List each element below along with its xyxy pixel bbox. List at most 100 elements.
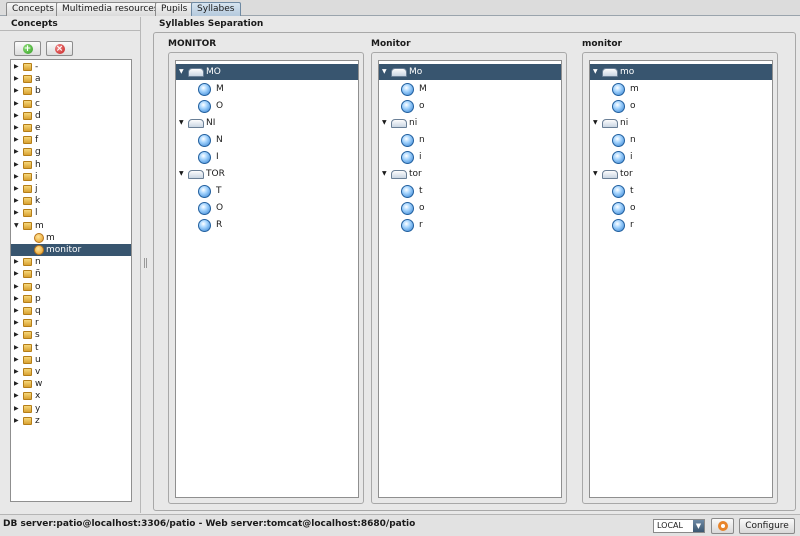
letter-node[interactable]: o (590, 200, 772, 217)
tree-node-c[interactable]: ▶ c (11, 98, 131, 110)
tree-node-r[interactable]: ▶ r (11, 317, 131, 329)
tree-node-e[interactable]: ▶ e (11, 122, 131, 134)
syllable-node[interactable]: ▼ ni (590, 115, 772, 131)
collapsed-arrow-icon[interactable]: ▶ (14, 390, 19, 402)
collapsed-arrow-icon[interactable]: ▶ (14, 73, 19, 85)
tab-pupils[interactable]: Pupils (155, 2, 194, 16)
help-button[interactable] (711, 518, 734, 534)
tree-node-g[interactable]: ▶ g (11, 146, 131, 158)
collapsed-arrow-icon[interactable]: ▶ (14, 207, 19, 219)
letter-node[interactable]: r (379, 217, 561, 234)
syllable-node[interactable]: ▼ TOR (176, 166, 358, 182)
collapsed-arrow-icon[interactable]: ▶ (14, 293, 19, 305)
collapsed-arrow-icon[interactable]: ▶ (14, 366, 19, 378)
letter-node[interactable]: O (176, 98, 358, 115)
letter-node[interactable]: t (590, 183, 772, 200)
expanded-arrow-icon[interactable]: ▼ (593, 115, 598, 131)
expanded-arrow-icon[interactable]: ▼ (179, 166, 184, 182)
tree-node-m[interactable]: ▼ m (11, 220, 131, 232)
split-pane-divider[interactable] (143, 258, 147, 272)
tree-node-v[interactable]: ▶ v (11, 366, 131, 378)
tree-node-j[interactable]: ▶ j (11, 183, 131, 195)
collapsed-arrow-icon[interactable]: ▶ (14, 195, 19, 207)
concept-tree[interactable]: ▶ - ▶ a ▶ b ▶ c ▶ d ▶ e ▶ f ▶ g ▶ h ▶ i ▶ j ▶ k ▶ l ▼ m m monitor ▶ n ▶ ñ… (10, 59, 132, 502)
collapsed-arrow-icon[interactable]: ▶ (14, 415, 19, 427)
collapsed-arrow-icon[interactable]: ▶ (14, 256, 19, 268)
collapsed-arrow-icon[interactable]: ▶ (14, 342, 19, 354)
letter-node[interactable]: n (379, 132, 561, 149)
syllable-tree[interactable]: ▼ mo m o ▼ ni n i ▼ tor t o r (589, 60, 773, 498)
syllable-node[interactable]: ▼ mo (590, 64, 772, 80)
expanded-arrow-icon[interactable]: ▼ (179, 115, 184, 131)
letter-node[interactable]: t (379, 183, 561, 200)
collapsed-arrow-icon[interactable]: ▶ (14, 317, 19, 329)
tree-node-u[interactable]: ▶ u (11, 354, 131, 366)
tree-node-f[interactable]: ▶ f (11, 134, 131, 146)
tree-node-b[interactable]: ▶ b (11, 85, 131, 97)
collapsed-arrow-icon[interactable]: ▶ (14, 329, 19, 341)
collapsed-arrow-icon[interactable]: ▶ (14, 268, 19, 280)
letter-node[interactable]: o (590, 98, 772, 115)
expanded-arrow-icon[interactable]: ▼ (179, 64, 184, 80)
expanded-arrow-icon[interactable]: ▼ (593, 64, 598, 80)
collapsed-arrow-icon[interactable]: ▶ (14, 378, 19, 390)
tree-node-y[interactable]: ▶ y (11, 403, 131, 415)
collapsed-arrow-icon[interactable]: ▶ (14, 281, 19, 293)
letter-node[interactable]: o (379, 200, 561, 217)
letter-node[interactable]: N (176, 132, 358, 149)
syllable-tree[interactable]: ▼ Mo Mo ▼ ni n i ▼ tor t o r (378, 60, 562, 498)
expanded-arrow-icon[interactable]: ▼ (382, 64, 387, 80)
collapsed-arrow-icon[interactable]: ▶ (14, 146, 19, 158)
letter-node[interactable]: i (379, 149, 561, 166)
expanded-arrow-icon[interactable]: ▼ (382, 115, 387, 131)
collapsed-arrow-icon[interactable]: ▶ (14, 110, 19, 122)
syllable-node[interactable]: ▼ ni (379, 115, 561, 131)
tree-node-o[interactable]: ▶ o (11, 281, 131, 293)
tree-node-dash[interactable]: ▶ - (11, 61, 131, 73)
tree-node-a[interactable]: ▶ a (11, 73, 131, 85)
letter-node[interactable]: m (590, 81, 772, 98)
collapsed-arrow-icon[interactable]: ▶ (14, 61, 19, 73)
mode-select[interactable]: LOCAL ▼ (653, 519, 705, 533)
letter-node[interactable]: i (590, 149, 772, 166)
collapsed-arrow-icon[interactable]: ▶ (14, 159, 19, 171)
letter-node[interactable]: I (176, 149, 358, 166)
tree-node-x[interactable]: ▶ x (11, 390, 131, 402)
remove-concept-button[interactable]: × (46, 41, 73, 56)
tab-syllabes[interactable]: Syllabes (191, 2, 241, 16)
collapsed-arrow-icon[interactable]: ▶ (14, 183, 19, 195)
letter-node[interactable]: O (176, 200, 358, 217)
syllable-node[interactable]: ▼ tor (590, 166, 772, 182)
collapsed-arrow-icon[interactable]: ▶ (14, 85, 19, 97)
syllable-node[interactable]: ▼ tor (379, 166, 561, 182)
tree-node-p[interactable]: ▶ p (11, 293, 131, 305)
letter-node[interactable]: R (176, 217, 358, 234)
syllable-node[interactable]: ▼ MO (176, 64, 358, 80)
collapsed-arrow-icon[interactable]: ▶ (14, 134, 19, 146)
letter-node[interactable]: T (176, 183, 358, 200)
letter-node[interactable]: o (379, 98, 561, 115)
letter-node[interactable]: M (176, 81, 358, 98)
chevron-down-icon[interactable]: ▼ (693, 520, 704, 532)
tree-node-h[interactable]: ▶ h (11, 159, 131, 171)
tree-node-child[interactable]: m (11, 232, 131, 244)
tab-concepts[interactable]: Concepts (6, 2, 60, 16)
tree-node-ñ[interactable]: ▶ ñ (11, 268, 131, 280)
tree-node-d[interactable]: ▶ d (11, 110, 131, 122)
tree-node-k[interactable]: ▶ k (11, 195, 131, 207)
collapsed-arrow-icon[interactable]: ▶ (14, 98, 19, 110)
collapsed-arrow-icon[interactable]: ▶ (14, 122, 19, 134)
tree-node-l[interactable]: ▶ l (11, 207, 131, 219)
tree-node-s[interactable]: ▶ s (11, 329, 131, 341)
expanded-arrow-icon[interactable]: ▼ (14, 220, 19, 232)
add-concept-button[interactable]: + (14, 41, 41, 56)
expanded-arrow-icon[interactable]: ▼ (382, 166, 387, 182)
syllable-node[interactable]: ▼ Mo (379, 64, 561, 80)
syllable-tree[interactable]: ▼ MO M O ▼ NI N I ▼ TOR T O R (175, 60, 359, 498)
configure-button[interactable]: Configure (739, 518, 795, 534)
letter-node[interactable]: r (590, 217, 772, 234)
tree-node-w[interactable]: ▶ w (11, 378, 131, 390)
collapsed-arrow-icon[interactable]: ▶ (14, 354, 19, 366)
letter-node[interactable]: M (379, 81, 561, 98)
tree-node-n[interactable]: ▶ n (11, 256, 131, 268)
